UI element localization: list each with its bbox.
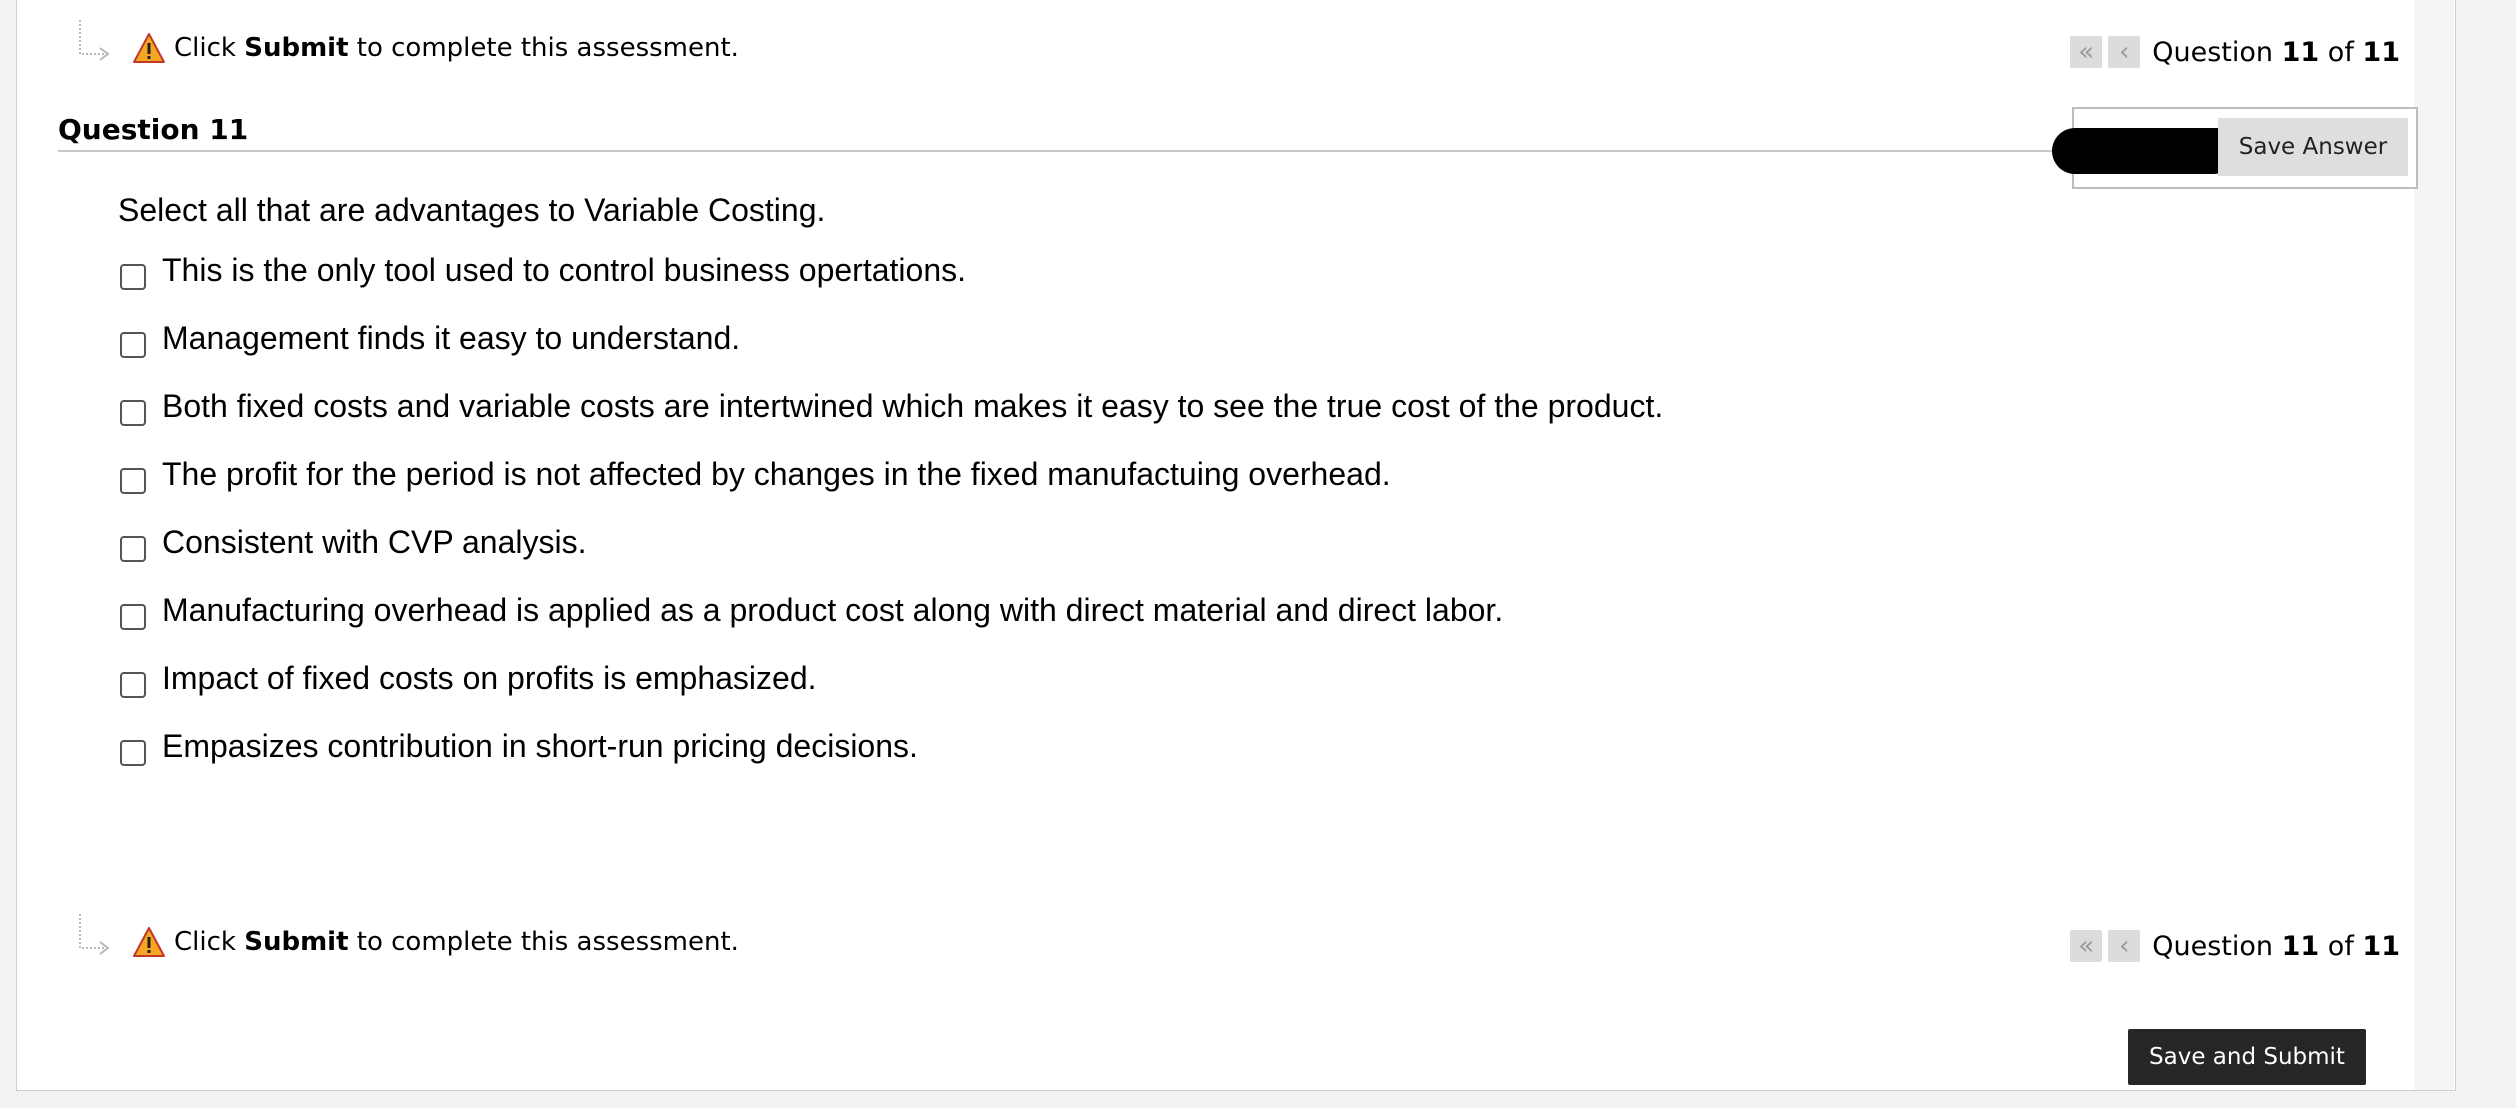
pager-current: 11 bbox=[2281, 36, 2320, 68]
option-label: Consistent with CVP analysis. bbox=[162, 524, 587, 560]
notice-submit-word: Submit bbox=[244, 33, 349, 63]
notice-submit-word: Submit bbox=[244, 927, 349, 957]
right-gutter bbox=[2414, 0, 2454, 1090]
option-label: Impact of fixed costs on profits is emph… bbox=[162, 660, 817, 696]
pager-total: 11 bbox=[2362, 930, 2400, 962]
answer-option[interactable]: Impact of fixed costs on profits is emph… bbox=[120, 660, 1663, 728]
warning-icon bbox=[133, 33, 165, 63]
option-label: This is the only tool used to control bu… bbox=[162, 252, 966, 288]
submit-notice-top: Click Submit to complete this assessment… bbox=[76, 20, 739, 70]
notice-prefix: Click bbox=[174, 927, 236, 957]
hook-arrow-icon bbox=[76, 914, 114, 962]
pager-text: Question 11 of 11 bbox=[2152, 37, 2400, 68]
pager-current: 11 bbox=[2281, 930, 2320, 962]
option-checkbox[interactable] bbox=[120, 740, 146, 766]
option-checkbox[interactable] bbox=[120, 264, 146, 290]
pager-total: 11 bbox=[2362, 36, 2400, 68]
question-title: Question 11 bbox=[58, 113, 249, 146]
answer-option[interactable]: This is the only tool used to control bu… bbox=[120, 252, 1663, 320]
answer-option[interactable]: Management finds it easy to understand. bbox=[120, 320, 1663, 388]
option-label: Empasizes contribution in short-run pric… bbox=[162, 728, 918, 764]
double-chevron-left-icon[interactable]: « bbox=[2070, 930, 2103, 962]
chevron-left-icon[interactable]: ‹ bbox=[2108, 930, 2141, 962]
answer-option[interactable]: Empasizes contribution in short-run pric… bbox=[120, 728, 1663, 796]
warning-icon bbox=[133, 927, 165, 957]
notice-text: Click Submit to complete this assessment… bbox=[174, 33, 739, 63]
chevron-left-icon[interactable]: ‹ bbox=[2108, 36, 2141, 68]
notice-text: Click Submit to complete this assessment… bbox=[174, 927, 739, 957]
option-label: The profit for the period is not affecte… bbox=[162, 456, 1391, 492]
pager-text: Question 11 of 11 bbox=[2152, 931, 2400, 962]
option-label: Manufacturing overhead is applied as a p… bbox=[162, 592, 1504, 628]
answer-option[interactable]: Both fixed costs and variable costs are … bbox=[120, 388, 1663, 456]
option-checkbox[interactable] bbox=[120, 468, 146, 494]
question-prompt: Select all that are advantages to Variab… bbox=[118, 192, 826, 228]
question-pager-top: « ‹ Question 11 of 11 bbox=[2070, 36, 2400, 68]
save-answer-button[interactable]: Save Answer bbox=[2218, 118, 2408, 176]
option-checkbox[interactable] bbox=[120, 332, 146, 358]
notice-suffix: to complete this assessment. bbox=[356, 33, 739, 63]
answer-option[interactable]: Consistent with CVP analysis. bbox=[120, 524, 1663, 592]
pager-label: Question bbox=[2152, 930, 2274, 962]
option-label: Management finds it easy to understand. bbox=[162, 320, 741, 356]
option-checkbox[interactable] bbox=[120, 604, 146, 630]
double-chevron-left-icon[interactable]: « bbox=[2070, 36, 2103, 68]
notice-prefix: Click bbox=[174, 33, 236, 63]
pager-label: Question bbox=[2152, 36, 2274, 68]
hook-arrow-icon bbox=[76, 20, 114, 68]
notice-suffix: to complete this assessment. bbox=[356, 927, 739, 957]
pager-of: of bbox=[2327, 930, 2354, 962]
option-checkbox[interactable] bbox=[120, 400, 146, 426]
submit-notice-bottom: Click Submit to complete this assessment… bbox=[76, 914, 739, 964]
question-pager-bottom: « ‹ Question 11 of 11 bbox=[2070, 930, 2400, 962]
option-label: Both fixed costs and variable costs are … bbox=[162, 388, 1664, 424]
redaction-mark bbox=[2052, 128, 2234, 174]
answer-option[interactable]: Manufacturing overhead is applied as a p… bbox=[120, 592, 1663, 660]
answer-option[interactable]: The profit for the period is not affecte… bbox=[120, 456, 1663, 524]
option-checkbox[interactable] bbox=[120, 672, 146, 698]
pager-of: of bbox=[2327, 36, 2354, 68]
save-and-submit-button[interactable]: Save and Submit bbox=[2128, 1029, 2366, 1085]
answer-options: This is the only tool used to control bu… bbox=[120, 252, 1663, 796]
option-checkbox[interactable] bbox=[120, 536, 146, 562]
